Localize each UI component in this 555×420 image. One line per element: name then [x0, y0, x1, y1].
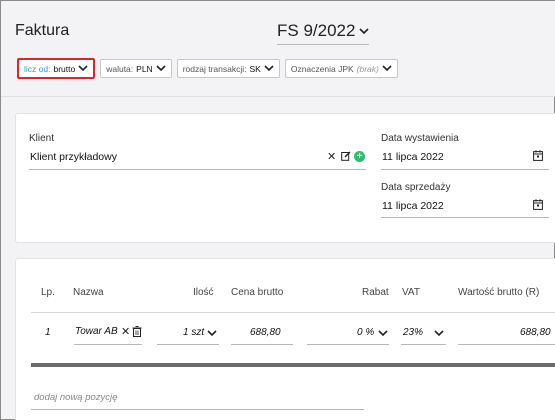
- transaction-type-select[interactable]: rodzaj transakcji: SK: [176, 59, 280, 78]
- add-item-underline: [31, 409, 364, 410]
- item-price-input[interactable]: 688,80: [250, 327, 281, 338]
- document-options: licz od: brutto waluta: PLN rodzaj trans…: [17, 58, 398, 79]
- chevron-down-icon[interactable]: [207, 330, 217, 337]
- col-header-lp: Lp.: [41, 287, 55, 298]
- item-price-underline: [231, 344, 293, 345]
- chevron-down-icon: [264, 65, 274, 72]
- jpk-markings-value: (brak): [356, 63, 379, 74]
- page-title: Faktura: [15, 22, 70, 39]
- item-discount-select[interactable]: 0 %: [357, 327, 374, 338]
- client-input-underline: [29, 169, 366, 170]
- chevron-down-icon: [359, 27, 370, 34]
- item-vat-select[interactable]: 23%: [403, 327, 423, 338]
- document-number-value: FS 9/2022: [277, 21, 356, 40]
- jpk-markings-select[interactable]: Oznaczenia JPK (brak): [284, 59, 398, 78]
- item-qty-underline: [157, 344, 219, 345]
- chevron-down-icon: [382, 65, 392, 72]
- chevron-down-icon[interactable]: [378, 330, 388, 337]
- sale-date-underline: [381, 217, 549, 218]
- chevron-down-icon: [156, 65, 166, 72]
- trash-icon[interactable]: [132, 326, 142, 337]
- item-total-underline: [458, 344, 555, 345]
- col-header-name: Nazwa: [73, 287, 104, 298]
- calculate-from-label: licz od:: [24, 63, 51, 74]
- clear-icon[interactable]: ✕: [327, 150, 336, 163]
- issue-date-label: Data wystawienia: [381, 133, 459, 144]
- col-header-discount: Rabat: [362, 287, 389, 298]
- currency-value: PLN: [136, 63, 153, 74]
- item-qty-select[interactable]: 1 szt: [183, 327, 204, 338]
- currency-select[interactable]: waluta: PLN: [100, 59, 172, 78]
- col-header-price: Cena brutto: [231, 287, 284, 298]
- issue-date-underline: [381, 169, 549, 170]
- item-total-value[interactable]: 688,80: [520, 327, 551, 338]
- document-number-select[interactable]: FS 9/2022: [277, 21, 370, 45]
- add-client-icon[interactable]: +: [354, 151, 365, 162]
- jpk-markings-label: Oznaczenia JPK: [290, 63, 354, 74]
- col-header-total: Wartość brutto (R): [458, 287, 540, 298]
- item-vat-underline: [401, 344, 446, 345]
- item-name-underline: [74, 344, 142, 345]
- client-label: Klient: [29, 133, 55, 144]
- row-top-border: [31, 312, 555, 313]
- item-name-input[interactable]: Towar AB: [75, 326, 118, 337]
- col-header-qty: Ilość: [193, 287, 214, 298]
- currency-label: waluta:: [106, 63, 134, 74]
- sale-date-input[interactable]: 11 lipca 2022: [382, 200, 444, 212]
- add-item-input[interactable]: dodaj nową pozycję: [34, 392, 117, 403]
- edit-icon[interactable]: [341, 151, 351, 161]
- client-input[interactable]: Klient przykładowy: [30, 151, 117, 163]
- calculate-from-select[interactable]: licz od: brutto: [17, 58, 96, 79]
- col-header-vat: VAT: [402, 287, 420, 298]
- clear-item-icon[interactable]: ✕: [121, 325, 130, 338]
- calculate-from-value: brutto: [53, 63, 76, 74]
- transaction-type-label: rodzaj transakcji:: [182, 63, 247, 74]
- item-discount-underline: [307, 344, 389, 345]
- row-lp: 1: [45, 327, 51, 338]
- calendar-icon[interactable]: [533, 199, 543, 210]
- client-card: [15, 113, 555, 243]
- issue-date-input[interactable]: 11 lipca 2022: [382, 151, 444, 163]
- chevron-down-icon[interactable]: [434, 330, 444, 337]
- horizontal-scrollbar[interactable]: [31, 363, 555, 367]
- chevron-down-icon: [78, 65, 88, 72]
- document-header: Faktura FS 9/2022 licz od: brutto waluta…: [1, 1, 555, 97]
- sale-date-label: Data sprzedaży: [381, 182, 451, 193]
- calendar-icon[interactable]: [533, 150, 543, 161]
- transaction-type-value: SK: [249, 63, 261, 74]
